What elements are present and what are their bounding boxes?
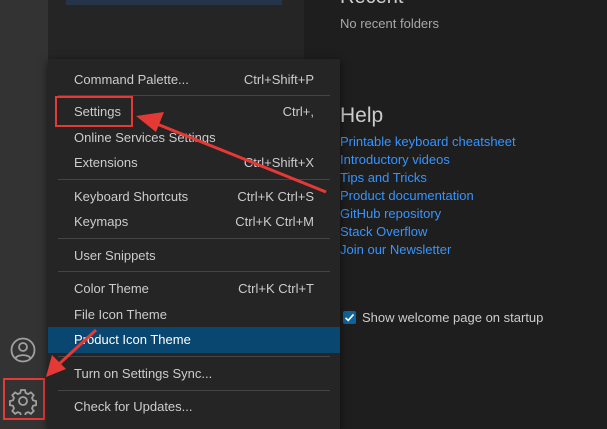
menu-item-shortcut: Ctrl+K Ctrl+T	[238, 281, 314, 296]
menu-separator	[58, 179, 330, 180]
help-link-cheatsheet[interactable]: Printable keyboard cheatsheet	[340, 134, 516, 149]
menu-separator	[58, 356, 330, 357]
menu-item-online-services-settings[interactable]: Online Services Settings	[48, 125, 340, 151]
menu-item-check-for-updates[interactable]: Check for Updates...	[48, 394, 340, 420]
menu-item-label: Turn on Settings Sync...	[74, 366, 213, 381]
settings-item-highlight	[55, 96, 133, 127]
menu-item-label: Extensions	[74, 155, 138, 170]
menu-item-settings-sync[interactable]: Turn on Settings Sync...	[48, 361, 340, 387]
menu-item-label: File Icon Theme	[74, 307, 167, 322]
help-link-stackoverflow[interactable]: Stack Overflow	[340, 224, 427, 239]
show-welcome-checkbox[interactable]	[343, 311, 356, 324]
menu-item-label: Color Theme	[74, 281, 149, 296]
menu-item-shortcut: Ctrl+,	[282, 104, 314, 119]
menu-item-label: User Snippets	[74, 248, 156, 263]
menu-item-extensions[interactable]: Extensions Ctrl+Shift+X	[48, 150, 340, 176]
menu-item-product-icon-theme[interactable]: Product Icon Theme	[48, 327, 340, 353]
menu-item-user-snippets[interactable]: User Snippets	[48, 243, 340, 269]
menu-item-label: Online Services Settings	[74, 130, 216, 145]
menu-item-shortcut: Ctrl+K Ctrl+S	[237, 189, 314, 204]
activity-bar	[0, 0, 48, 429]
menu-item-file-icon-theme[interactable]: File Icon Theme	[48, 302, 340, 328]
recent-empty-text: No recent folders	[340, 16, 439, 31]
menu-item-command-palette[interactable]: Command Palette... Ctrl+Shift+P	[48, 67, 340, 93]
help-link-github[interactable]: GitHub repository	[340, 206, 441, 221]
menu-item-label: Product Icon Theme	[74, 332, 191, 347]
menu-item-label: Command Palette...	[74, 72, 189, 87]
menu-separator	[58, 271, 330, 272]
help-link-item: Tips and Tricks	[340, 169, 516, 187]
help-link-item: GitHub repository	[340, 205, 516, 223]
help-link-item: Printable keyboard cheatsheet	[340, 133, 516, 151]
menu-item-shortcut: Ctrl+Shift+X	[243, 155, 314, 170]
checkmark-icon	[344, 313, 355, 322]
sidebar-selected-strip	[66, 0, 282, 5]
recent-title: Recent	[340, 0, 403, 9]
help-links: Printable keyboard cheatsheet Introducto…	[340, 133, 516, 259]
menu-separator	[58, 390, 330, 391]
menu-item-shortcut: Ctrl+K Ctrl+M	[235, 214, 314, 229]
help-link-item: Product documentation	[340, 187, 516, 205]
help-link-videos[interactable]: Introductory videos	[340, 152, 450, 167]
account-icon[interactable]	[9, 336, 37, 364]
help-link-docs[interactable]: Product documentation	[340, 188, 474, 203]
menu-item-color-theme[interactable]: Color Theme Ctrl+K Ctrl+T	[48, 276, 340, 302]
menu-item-label: Check for Updates...	[74, 399, 193, 414]
show-welcome-row: Show welcome page on startup	[343, 310, 543, 325]
menu-item-label: Keyboard Shortcuts	[74, 189, 189, 204]
menu-separator	[58, 238, 330, 239]
menu-item-label: Keymaps	[74, 214, 129, 229]
help-link-item: Stack Overflow	[340, 223, 516, 241]
help-link-newsletter[interactable]: Join our Newsletter	[340, 242, 451, 257]
manage-button-highlight	[3, 378, 45, 420]
help-link-item: Join our Newsletter	[340, 241, 516, 259]
menu-item-shortcut: Ctrl+Shift+P	[243, 72, 314, 87]
menu-item-keyboard-shortcuts[interactable]: Keyboard Shortcuts Ctrl+K Ctrl+S	[48, 184, 340, 210]
help-link-tips[interactable]: Tips and Tricks	[340, 170, 427, 185]
help-link-item: Introductory videos	[340, 151, 516, 169]
menu-item-keymaps[interactable]: Keymaps Ctrl+K Ctrl+M	[48, 209, 340, 235]
help-title: Help	[340, 104, 384, 127]
show-welcome-label: Show welcome page on startup	[362, 310, 544, 325]
